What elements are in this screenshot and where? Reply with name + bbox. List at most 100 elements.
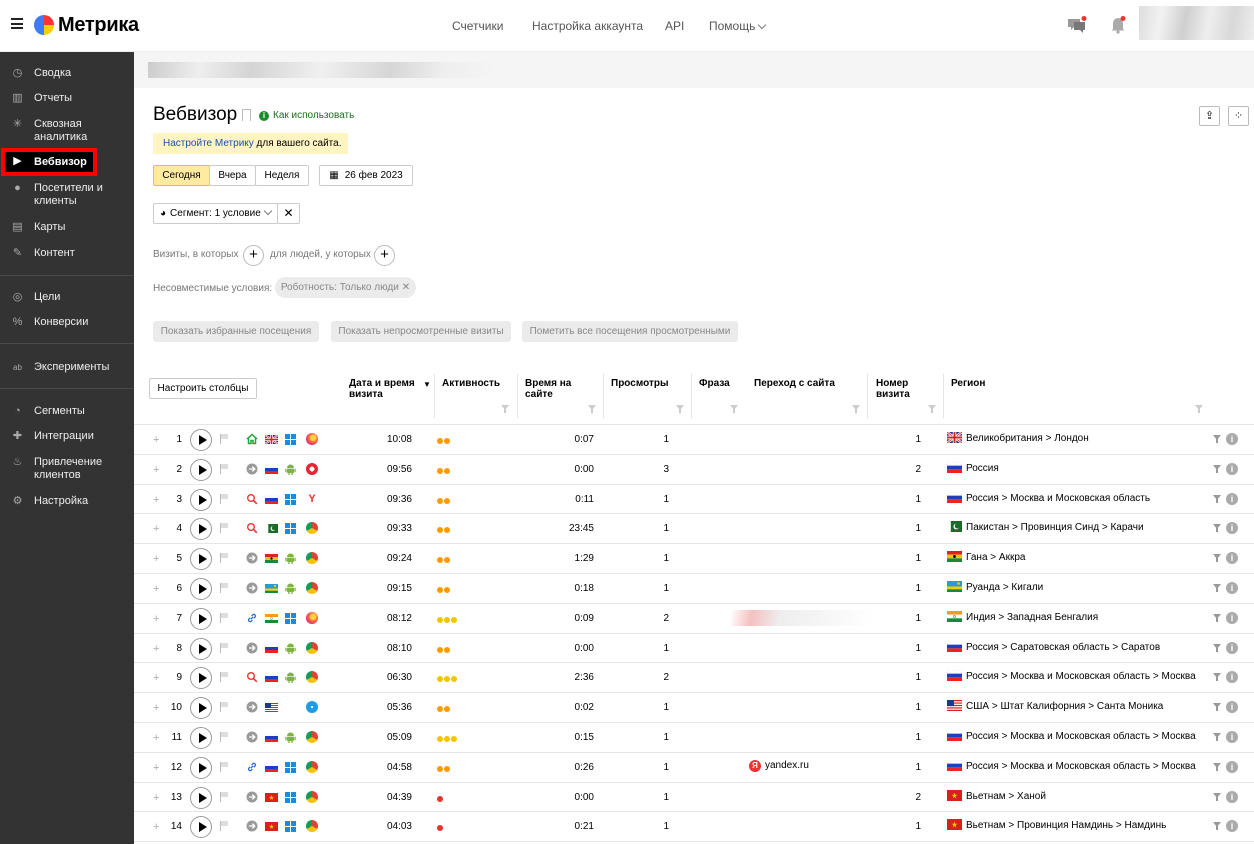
table-row[interactable]: +13 04:39 0:00 1 2 Вьетнам > Ханой i bbox=[134, 783, 1254, 813]
filter-icon[interactable] bbox=[676, 405, 684, 413]
info-icon[interactable]: i bbox=[1226, 671, 1238, 684]
filter-icon[interactable] bbox=[1213, 762, 1221, 771]
info-icon[interactable]: i bbox=[1226, 462, 1238, 475]
flag-mark-icon[interactable] bbox=[220, 553, 229, 564]
expand-row-button[interactable]: + bbox=[153, 762, 159, 774]
add-visit-condition-button[interactable]: + bbox=[243, 245, 264, 266]
expand-row-button[interactable]: + bbox=[153, 434, 159, 446]
filter-icon[interactable] bbox=[852, 405, 860, 413]
table-row[interactable]: +1 10:08 0:07 1 1 Великобритания > Лондон i bbox=[134, 425, 1254, 455]
nav-counters[interactable]: Счетчики bbox=[452, 19, 503, 33]
filter-icon[interactable] bbox=[1213, 792, 1221, 801]
flag-mark-icon[interactable] bbox=[220, 821, 229, 832]
flag-mark-icon[interactable] bbox=[220, 791, 229, 802]
filter-icon[interactable] bbox=[1213, 494, 1221, 503]
period-today-button[interactable]: Сегодня bbox=[153, 165, 210, 186]
mark-all-viewed-button[interactable]: Пометить все посещения просмотренными bbox=[522, 321, 738, 342]
expand-row-button[interactable]: + bbox=[153, 613, 159, 625]
segment-button[interactable]: ◕ Сегмент: 1 условие bbox=[153, 203, 278, 224]
show-favorites-button[interactable]: Показать избранные посещения bbox=[153, 321, 319, 342]
table-row[interactable]: +5 09:24 1:29 1 1 Гана > Аккра i bbox=[134, 544, 1254, 574]
expand-row-button[interactable]: + bbox=[153, 702, 159, 714]
table-row[interactable]: +12 04:58 0:26 1 Яyandex.ru 1 Россия > Москва … bbox=[134, 753, 1254, 783]
metrika-logo-icon[interactable] bbox=[34, 15, 54, 35]
filter-icon[interactable] bbox=[588, 405, 596, 413]
play-recording-button[interactable] bbox=[190, 429, 212, 451]
robotness-condition-chip[interactable]: Роботность: Только люди ✕ bbox=[275, 277, 416, 298]
info-icon[interactable]: i bbox=[1226, 433, 1238, 445]
nav-account-settings[interactable]: Настройка аккаунта bbox=[532, 19, 643, 33]
filter-icon[interactable] bbox=[1213, 554, 1221, 563]
table-row[interactable]: +3 Y 09:36 0:11 1 1 Россия > Москва и Московск… bbox=[134, 485, 1254, 515]
filter-icon[interactable] bbox=[1195, 405, 1203, 413]
info-icon[interactable]: i bbox=[1226, 611, 1238, 624]
menu-icon[interactable] bbox=[11, 18, 23, 29]
flag-mark-icon[interactable] bbox=[220, 583, 229, 593]
filter-icon[interactable] bbox=[501, 405, 509, 413]
setup-metrika-link[interactable]: Настройте Метрику bbox=[163, 138, 254, 149]
play-recording-button[interactable] bbox=[190, 607, 212, 630]
table-row[interactable]: +4 09:33 23:45 1 1 Пакистан > Провинция Синд … bbox=[134, 514, 1254, 544]
info-icon[interactable]: i bbox=[1226, 492, 1238, 505]
play-recording-button[interactable] bbox=[190, 816, 212, 839]
filter-icon[interactable] bbox=[1213, 613, 1221, 622]
bell-icon[interactable] bbox=[1110, 16, 1126, 34]
column-header-time-on-site[interactable]: Время на сайте bbox=[525, 378, 585, 400]
filter-icon[interactable] bbox=[1213, 524, 1221, 533]
expand-row-button[interactable]: + bbox=[153, 464, 159, 476]
info-icon[interactable]: i bbox=[1226, 552, 1238, 565]
play-recording-button[interactable] bbox=[190, 578, 212, 600]
table-row[interactable]: +8 08:10 0:00 1 1 Россия > Саратовская област… bbox=[134, 634, 1254, 664]
remove-segment-button[interactable]: ✕ bbox=[277, 203, 300, 224]
play-recording-button[interactable] bbox=[190, 786, 212, 809]
expand-row-button[interactable]: + bbox=[153, 494, 159, 506]
filter-icon[interactable] bbox=[1213, 464, 1221, 473]
sort-desc-icon[interactable]: ▼ bbox=[423, 379, 431, 390]
flag-mark-icon[interactable] bbox=[220, 732, 229, 742]
flag-mark-icon[interactable] bbox=[220, 493, 229, 504]
info-icon[interactable]: i bbox=[1226, 641, 1238, 654]
referrer-cell[interactable]: Яyandex.ru bbox=[749, 759, 809, 772]
filter-icon[interactable] bbox=[730, 405, 738, 413]
flag-mark-icon[interactable] bbox=[220, 463, 229, 474]
bookmark-icon[interactable] bbox=[242, 109, 251, 121]
sidebar-item-webvisor[interactable]: ▶ Вебвизор bbox=[1, 148, 97, 176]
nav-help[interactable]: Помощь bbox=[709, 19, 767, 33]
info-icon[interactable]: i bbox=[1226, 790, 1238, 803]
column-header-referrer[interactable]: Переход с сайта bbox=[754, 378, 835, 389]
filter-icon[interactable] bbox=[928, 405, 936, 413]
flag-mark-icon[interactable] bbox=[220, 434, 229, 444]
user-avatar[interactable] bbox=[1139, 6, 1254, 40]
expand-row-button[interactable]: + bbox=[153, 672, 159, 684]
info-icon[interactable]: i bbox=[1226, 820, 1238, 833]
info-icon[interactable]: i bbox=[1226, 701, 1238, 714]
table-row[interactable]: +9 06:30 2:36 2 1 Россия > Москва и Московска… bbox=[134, 663, 1254, 693]
expand-row-button[interactable]: + bbox=[153, 643, 159, 655]
app-name[interactable]: Метрика bbox=[58, 14, 139, 37]
add-people-condition-button[interactable]: + bbox=[374, 245, 395, 266]
expand-row-button[interactable]: + bbox=[153, 792, 159, 804]
info-icon[interactable]: i bbox=[1226, 760, 1238, 773]
column-header-phrase[interactable]: Фраза bbox=[699, 378, 730, 389]
play-recording-button[interactable] bbox=[190, 637, 212, 660]
flag-mark-icon[interactable] bbox=[220, 761, 229, 772]
table-row[interactable]: +14 04:03 0:21 1 1 Вьетнам > Провинция Намдин… bbox=[134, 812, 1254, 842]
play-recording-button[interactable] bbox=[190, 548, 212, 571]
column-header-views[interactable]: Просмотры bbox=[611, 378, 669, 389]
table-row[interactable]: +2 09:56 0:00 3 2 Россия i bbox=[134, 455, 1254, 485]
column-header-datetime[interactable]: Дата и время визита bbox=[349, 378, 419, 400]
column-header-region[interactable]: Регион bbox=[951, 378, 985, 389]
table-row[interactable]: +6 09:15 0:18 1 1 Руанда > Кигали i bbox=[134, 574, 1254, 604]
play-recording-button[interactable] bbox=[190, 458, 212, 481]
period-week-button[interactable]: Неделя bbox=[255, 165, 309, 186]
filter-icon[interactable] bbox=[1213, 435, 1221, 443]
chat-icon[interactable] bbox=[1067, 16, 1087, 34]
flag-mark-icon[interactable] bbox=[220, 642, 229, 653]
column-header-activity[interactable]: Активность bbox=[442, 378, 500, 389]
play-recording-button[interactable] bbox=[190, 488, 212, 511]
play-recording-button[interactable] bbox=[190, 667, 212, 690]
filter-icon[interactable] bbox=[1213, 584, 1221, 592]
flag-mark-icon[interactable] bbox=[220, 612, 229, 623]
play-recording-button[interactable] bbox=[190, 697, 212, 720]
flag-mark-icon[interactable] bbox=[220, 523, 229, 534]
